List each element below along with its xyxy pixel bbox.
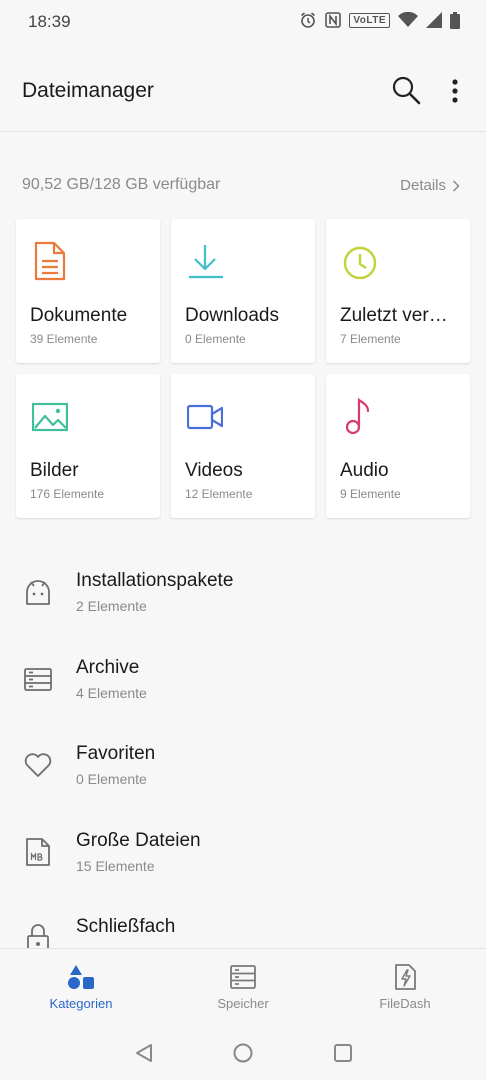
category-name: Bilder: [30, 460, 79, 481]
status-time: 18:39: [28, 12, 71, 31]
category-name: Videos: [185, 460, 243, 481]
details-link[interactable]: Details: [400, 177, 460, 194]
category-card-images[interactable]: Bilder 176 Elemente: [16, 374, 160, 518]
storage-summary: 90,52 GB/128 GB verfügbar: [22, 176, 221, 193]
video-icon: [186, 396, 224, 436]
category-name: Downloads: [185, 305, 279, 326]
category-grid: Dokumente 39 Elemente Downloads 0 Elemen…: [16, 219, 471, 518]
wifi-icon: [398, 12, 418, 28]
tab-label: Speicher: [217, 996, 269, 1011]
page-title: Dateimanager: [22, 79, 154, 102]
list-item-installation-packages[interactable]: Installationspakete 2 Elemente: [0, 546, 486, 633]
signal-icon: [426, 12, 442, 28]
bottom-nav: Kategorien Speicher FileDash: [0, 948, 486, 1030]
category-card-downloads[interactable]: Downloads 0 Elemente: [171, 219, 315, 363]
category-list: Installationspakete 2 Elemente Archive 4…: [0, 546, 486, 948]
home-icon[interactable]: [232, 1042, 254, 1064]
category-card-recent[interactable]: Zuletzt ver… 7 Elemente: [326, 219, 470, 363]
list-item-name: Favoriten: [76, 743, 156, 764]
clock-icon: [342, 241, 378, 281]
document-icon: [32, 241, 68, 281]
list-item-archive[interactable]: Archive 4 Elemente: [0, 633, 486, 720]
storage-icon: [229, 963, 257, 991]
category-name: Zuletzt ver…: [340, 305, 448, 326]
tab-label: FileDash: [379, 996, 431, 1011]
nfc-icon: [325, 12, 342, 28]
list-item-count: 0 Elemente: [76, 771, 147, 787]
status-bar: 18:39 VoLTE: [0, 0, 486, 44]
image-icon: [31, 396, 69, 436]
tab-label: Kategorien: [49, 996, 113, 1011]
category-count: 9 Elemente: [340, 487, 401, 501]
tab-storage[interactable]: Speicher: [162, 949, 324, 1030]
android-icon: [22, 576, 54, 608]
list-item-count: 4 Elemente: [76, 684, 147, 701]
app-bar: Dateimanager: [0, 44, 486, 132]
volte-icon: VoLTE: [349, 12, 390, 28]
heart-icon: [22, 749, 54, 781]
list-item-count: 15 Elemente: [76, 857, 155, 874]
category-count: 0 Elemente: [185, 332, 246, 346]
list-item-name: Schließfach: [76, 916, 176, 937]
category-count: 12 Elemente: [185, 487, 253, 501]
details-label: Details: [400, 177, 446, 194]
lock-icon: [22, 922, 54, 948]
back-icon[interactable]: [133, 1042, 155, 1064]
category-card-documents[interactable]: Dokumente 39 Elemente: [16, 219, 160, 363]
categories-icon: [67, 963, 95, 991]
more-vert-icon[interactable]: [442, 74, 468, 108]
archive-icon: [22, 663, 54, 695]
list-item-name: Archive: [76, 656, 140, 678]
category-card-audio[interactable]: Audio 9 Elemente: [326, 374, 470, 518]
download-icon: [187, 241, 223, 281]
category-card-videos[interactable]: Videos 12 Elemente: [171, 374, 315, 518]
alarm-icon: [299, 11, 317, 29]
list-item-name: Installationspakete: [76, 570, 234, 591]
music-note-icon: [342, 396, 378, 436]
battery-icon: [450, 11, 460, 29]
system-nav-bar: [0, 1030, 486, 1080]
recents-icon[interactable]: [332, 1042, 354, 1064]
list-item-favorites[interactable]: Favoriten 0 Elemente: [0, 719, 486, 806]
category-name: Audio: [340, 460, 389, 481]
list-item-name: Große Dateien: [76, 829, 201, 851]
list-item-count: 2 Elemente: [76, 598, 147, 614]
large-file-icon: [22, 836, 54, 868]
search-icon[interactable]: [390, 74, 424, 108]
list-item-large-files[interactable]: Große Dateien 15 Elemente: [0, 806, 486, 893]
tab-filedash[interactable]: FileDash: [324, 949, 486, 1030]
filedash-icon: [391, 963, 419, 991]
list-item-safe[interactable]: Schließfach: [0, 892, 486, 948]
category-count: 176 Elemente: [30, 487, 105, 501]
category-name: Dokumente: [30, 305, 128, 326]
tab-categories[interactable]: Kategorien: [0, 949, 162, 1030]
chevron-right-icon: [452, 179, 460, 192]
category-count: 39 Elemente: [30, 332, 98, 346]
category-count: 7 Elemente: [340, 332, 401, 346]
